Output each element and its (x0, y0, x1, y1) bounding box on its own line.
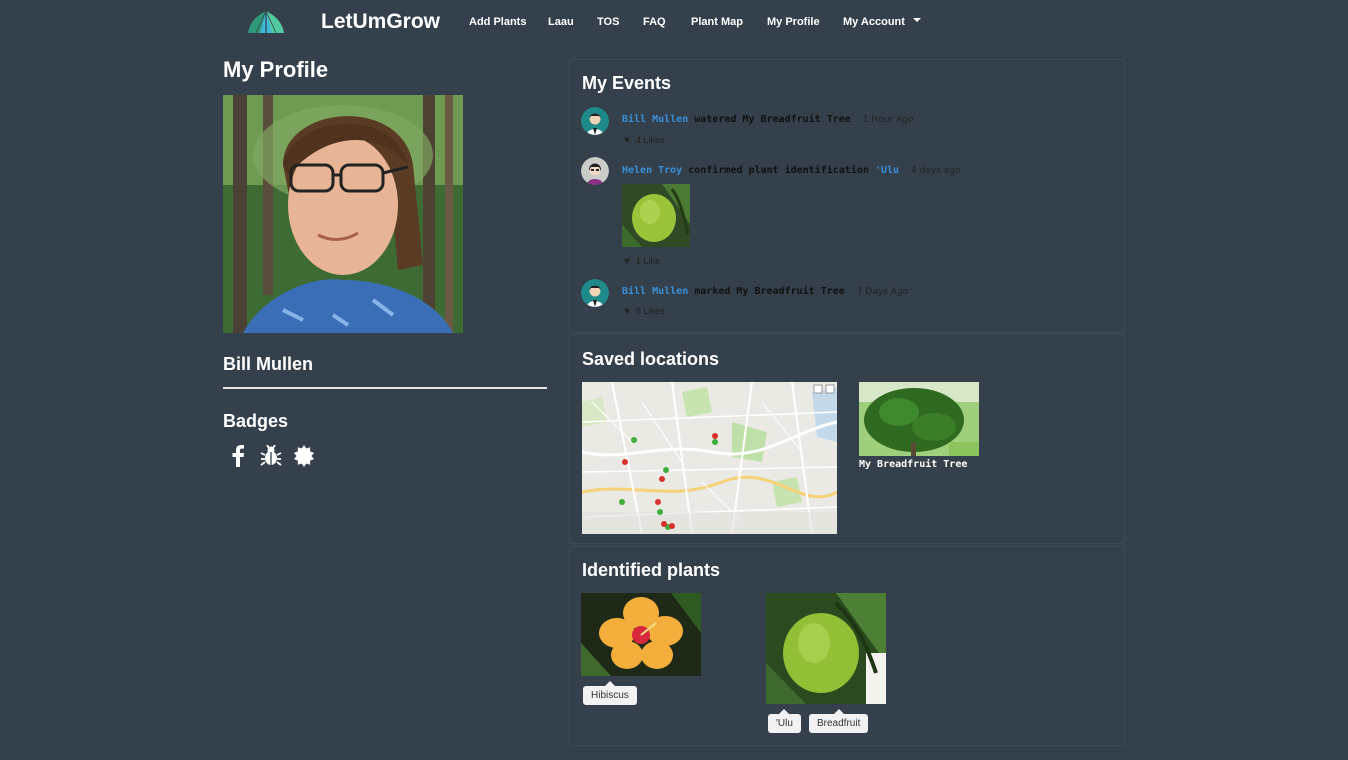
navbar: LetUmGrow Add Plants Laau TOS FAQ Plant … (0, 0, 1348, 46)
identified-plants-panel: Identified plants Hibiscus 'Ulu Breadfru… (569, 546, 1125, 746)
identified-plants-heading: Identified plants (582, 560, 721, 580)
saved-location-image[interactable] (859, 382, 979, 456)
saved-locations-panel: Saved locations My Breadfruit Tree (569, 334, 1125, 544)
breadfruit-image[interactable] (766, 593, 886, 704)
page-title: My Profile (223, 57, 329, 82)
event-user-link[interactable]: Bill Mullen (622, 114, 688, 125)
tag-breadfruit[interactable]: Breadfruit (809, 709, 869, 733)
tag-hibiscus[interactable]: Hibiscus (583, 681, 637, 705)
like-count[interactable]: ♥ 8 Likes (624, 306, 664, 317)
like-count[interactable]: ♥ 1 Like (624, 256, 660, 267)
event-time: 7 Days Ago (856, 287, 909, 297)
nav-faq[interactable]: FAQ (643, 16, 666, 28)
leaf-logo-icon[interactable] (246, 9, 286, 35)
heart-icon[interactable]: ♥ (624, 306, 630, 317)
nav-my-account-label: My Account (843, 16, 905, 28)
nav-my-profile[interactable]: My Profile (767, 16, 820, 28)
saved-locations-heading: Saved locations (582, 349, 720, 369)
event-action: marked My Breadfruit Tree (694, 286, 845, 297)
event-time: 4 days ago (911, 166, 961, 176)
nav-tos[interactable]: TOS (597, 16, 619, 28)
gear-badge-icon[interactable] (292, 444, 316, 468)
event-action: watered My Breadfruit Tree (694, 114, 851, 125)
event-user-link[interactable]: Helen Troy (622, 165, 682, 176)
avatar[interactable] (581, 279, 609, 307)
divider (223, 387, 547, 389)
heart-icon[interactable]: ♥ (624, 135, 630, 146)
like-count[interactable]: ♥ 4 Likes (624, 135, 664, 146)
events-panel: My Events Bill Mullen watered My Breadfr… (569, 59, 1125, 333)
bug-icon[interactable] (259, 444, 283, 468)
caret-down-icon (912, 18, 921, 22)
event-user-link[interactable]: Bill Mullen (622, 286, 688, 297)
profile-photo (223, 95, 463, 333)
hibiscus-image[interactable] (581, 593, 701, 676)
nav-plant-map[interactable]: Plant Map (691, 16, 743, 28)
event-plant-link[interactable]: 'Ulu (875, 165, 899, 176)
event-action: confirmed plant identification (688, 165, 869, 176)
badges-list (226, 444, 316, 468)
event-time: 1 Hour Ago (862, 115, 914, 125)
tag-ulu[interactable]: 'Ulu (768, 709, 801, 733)
facebook-icon[interactable] (226, 444, 250, 468)
event-text: Helen Troy confirmed plant identificatio… (622, 165, 960, 176)
badges-heading: Badges (223, 411, 289, 431)
avatar[interactable] (581, 107, 609, 135)
likes-label: 1 Like (635, 256, 660, 266)
location-map[interactable] (582, 382, 837, 534)
nav-laau[interactable]: Laau (548, 16, 574, 28)
nav-add-plants[interactable]: Add Plants (469, 16, 526, 28)
saved-location-label[interactable]: My Breadfruit Tree (859, 459, 967, 470)
heart-icon[interactable]: ♥ (624, 256, 630, 267)
events-heading: My Events (582, 73, 672, 93)
likes-label: 8 Likes (635, 306, 665, 316)
brand-title[interactable]: LetUmGrow (321, 10, 440, 34)
event-text: Bill Mullen marked My Breadfruit Tree 7 … (622, 286, 908, 297)
profile-name: Bill Mullen (223, 354, 313, 374)
avatar[interactable] (581, 157, 609, 185)
event-text: Bill Mullen watered My Breadfruit Tree 1… (622, 114, 913, 125)
nav-my-account[interactable]: My Account (843, 16, 921, 28)
event-plant-image[interactable] (622, 184, 690, 247)
likes-label: 4 Likes (635, 135, 665, 145)
